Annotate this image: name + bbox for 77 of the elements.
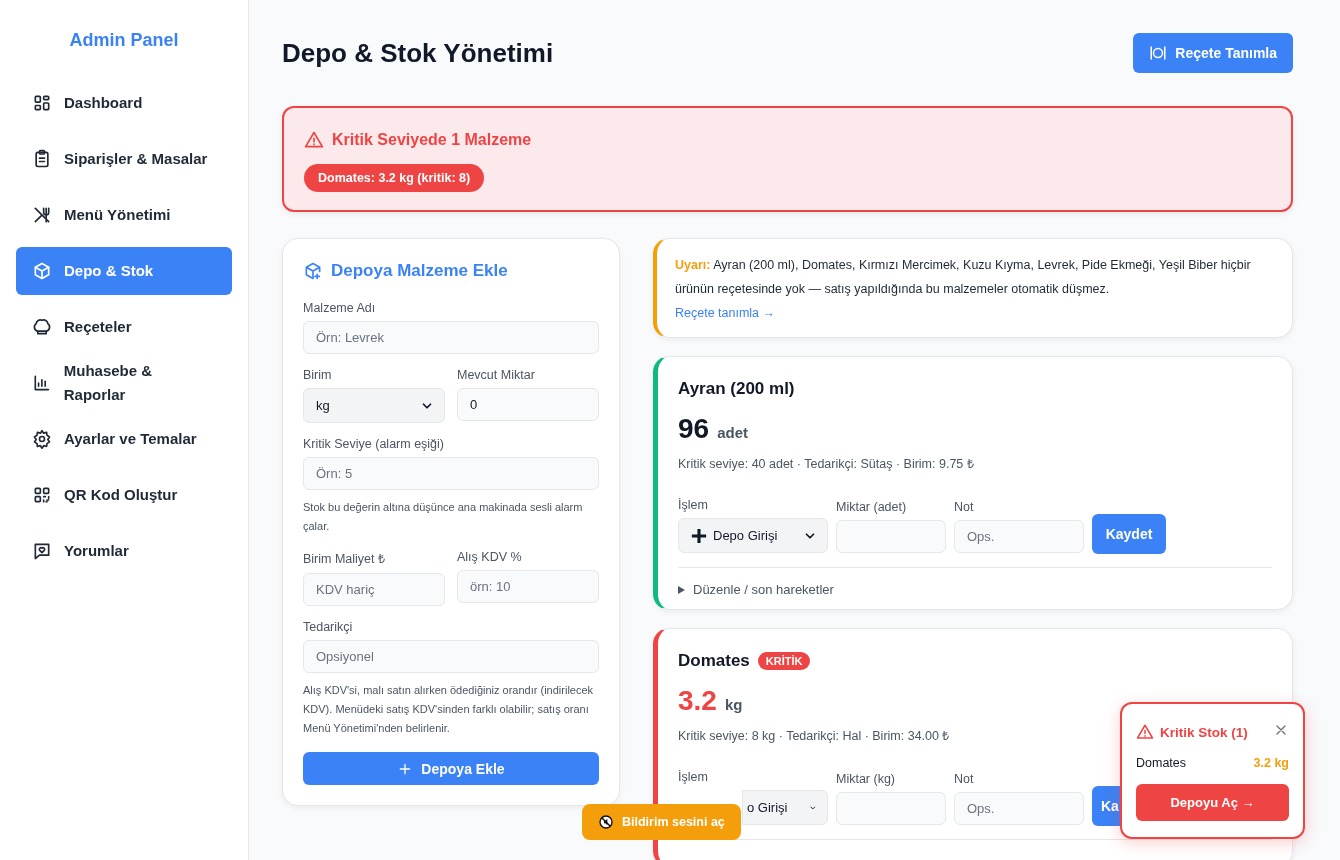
page-title: Depo & Stok Yönetimi — [282, 37, 554, 69]
help-text: Alış KDV'si, malı satın alırken ödediğiniz orandır (indirilecek KDV). Menüdeki satış KDV'sinden farklı olabilir; satış oranı Menü Yönetimi'nden belirlenir. — [303, 683, 595, 736]
plate-icon — [1149, 44, 1168, 62]
input-field[interactable]: 0 — [457, 388, 599, 421]
field-label: İşlem — [678, 770, 709, 784]
critical-badge: KRİTİK — [757, 652, 811, 670]
input-field[interactable]: Opsiyonel — [303, 640, 599, 673]
bar-chart-icon — [32, 373, 52, 393]
ingredient-name: Domates — [678, 651, 750, 671]
box-plus-icon — [303, 261, 323, 281]
stock-unit: adet — [717, 424, 748, 441]
form-title: Depoya Malzeme Ekle — [331, 261, 508, 281]
sidebar-item[interactable]: Reçeteler — [16, 303, 232, 351]
sidebar-item[interactable]: Menü Yönetimi — [16, 191, 232, 239]
field-label: Alış KDV % — [457, 550, 523, 564]
ingredient-name: Ayran (200 ml) — [678, 379, 795, 399]
details-toggle[interactable]: Düzenle / son hareketler — [693, 582, 834, 597]
field-label: İşlem — [678, 498, 709, 512]
save-button[interactable]: Kaydet — [1092, 514, 1166, 554]
quantity-field[interactable] — [836, 520, 946, 553]
sidebar-item[interactable]: Ayarlar ve Temalar — [16, 415, 232, 463]
grid-icon — [32, 93, 52, 113]
plus-icon — [691, 527, 707, 544]
qr-code-icon — [32, 485, 52, 505]
toast-item-name: Domates — [1136, 756, 1187, 770]
quantity-field[interactable] — [836, 792, 946, 825]
toast-title: Kritik Stok (1) — [1160, 724, 1248, 740]
muted-speaker-icon — [598, 814, 614, 830]
sidebar-item[interactable]: Yorumlar — [16, 527, 232, 575]
field-label: Tedarikçi — [303, 620, 354, 634]
warning-icon — [1136, 723, 1154, 741]
field-label: Not — [954, 500, 975, 514]
sidebar-item[interactable]: Depo & Stok — [16, 247, 232, 295]
note-field[interactable]: Ops. — [954, 792, 1084, 825]
fork-knife-icon — [32, 205, 52, 225]
stock-details: Kritik seviye: 8 kg · Tedarikçi: Hal · Birim: 34.00 ₺ — [678, 728, 950, 744]
note-field[interactable]: Ops. — [954, 520, 1084, 553]
operation-select[interactable]: o Girişi — [742, 790, 828, 825]
critical-item-badge: Domates: 3.2 kg (kritik: 8) — [304, 164, 485, 192]
help-text: Stok bu değerin altına düşünce ana makinada sesli alarm çalar. — [303, 500, 584, 534]
sidebar-item[interactable]: Dashboard — [16, 79, 232, 127]
stock-unit: kg — [724, 696, 743, 713]
gear-icon — [32, 429, 52, 449]
define-recipe-button[interactable]: Reçete Tanımla — [1133, 33, 1293, 73]
stock-amount: 96 — [678, 413, 710, 445]
field-label: Not — [954, 772, 975, 786]
expand-triangle-icon — [678, 585, 685, 594]
input-field[interactable]: Örn: Levrek — [303, 321, 599, 354]
sidebar-item[interactable]: QR Kod Oluştur — [16, 471, 232, 519]
toast-item-amount: 3.2 kg — [1253, 756, 1289, 770]
chef-hat-icon — [32, 317, 52, 337]
input-field[interactable]: Örn: 5 — [303, 457, 599, 490]
field-label: Malzeme Adı — [303, 301, 377, 315]
heart-message-icon — [32, 541, 52, 561]
add-to-stock-button[interactable]: Depoya Ekle — [303, 752, 599, 785]
warning-icon — [304, 130, 324, 150]
open-stock-button[interactable]: Depoyu Aç → — [1136, 784, 1289, 821]
stock-details: Kritik seviye: 40 adet · Tedarikçi: Sütaş · Birim: 9.75 ₺ — [678, 456, 974, 472]
field-label: Miktar (adet) — [836, 500, 908, 514]
field-label: Birim Maliyet ₺ — [303, 551, 386, 567]
field-label: Kritik Seviye (alarm eşiği) — [303, 437, 445, 451]
sidebar-item[interactable]: Siparişler & Masalar — [16, 135, 232, 183]
input-field[interactable]: örn: 10 — [457, 570, 599, 603]
operation-select[interactable]: Depo Girişi — [678, 518, 828, 553]
box-icon — [32, 261, 52, 281]
sidebar-item[interactable]: Muhasebe & Raporlar — [16, 359, 232, 407]
banner-title: Kritik Seviyede 1 Malzeme — [332, 131, 532, 149]
unit-select[interactable]: kg — [303, 388, 445, 423]
app-title: Admin Panel — [68, 30, 180, 51]
clipboard-icon — [32, 149, 52, 169]
field-label: Mevcut Miktar — [457, 368, 536, 382]
field-label: Birim — [303, 368, 333, 382]
stock-amount: 3.2 — [678, 685, 717, 717]
input-field[interactable]: KDV hariç — [303, 573, 445, 606]
define-recipe-link[interactable]: Reçete tanımla → — [675, 301, 776, 325]
warning-text: Uyarı: Ayran (200 ml), Domates, Kırmızı Mercimek, Kuzu Kıyma, Levrek, Pide Ekmeği, Yeşil Biber hiçbir ürünün reçetesinde yok — satış yapıldığında bu malzemeler otomatik düşmez. — [675, 258, 1251, 296]
field-label: Miktar (kg) — [836, 772, 897, 786]
